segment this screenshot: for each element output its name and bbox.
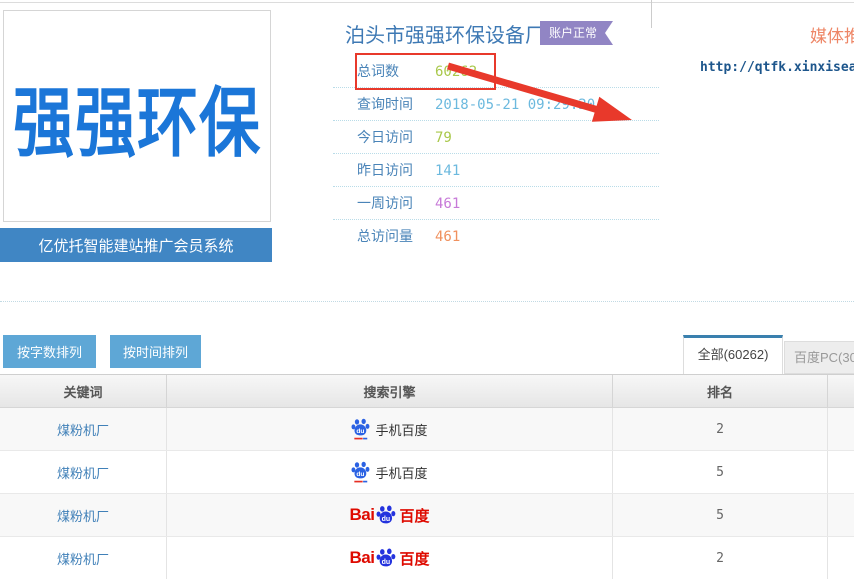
table-row: 煤粉机厂 du 手机百度 [0, 408, 854, 451]
keyword-link[interactable]: 煤粉机厂 [57, 506, 109, 525]
top-divider [0, 2, 854, 3]
media-section-heading: 媒体推 [810, 22, 854, 47]
svg-text:du: du [382, 516, 391, 523]
engine-label: 手机百度 [375, 420, 427, 439]
sort-by-time-button[interactable]: 按时间排列 [110, 335, 201, 368]
table-row: 煤粉机厂 du 手机百度 [0, 451, 854, 494]
table-header-row: 关键词 搜索引擎 排名 [0, 374, 854, 408]
table-header-extra [828, 375, 854, 407]
baidu-paw-icon: du [376, 504, 397, 526]
engine-mobile-baidu: du 手机百度 [351, 460, 427, 484]
table-row: 煤粉机厂 du Bai [0, 494, 854, 537]
member-system-banner: 亿优托智能建站推广会员系统 [0, 228, 272, 262]
table-header-keyword: 关键词 [0, 375, 167, 407]
site-logo: 强强环保 [3, 10, 271, 222]
tab-all[interactable]: 全部(60262) [683, 335, 783, 374]
baidu-logo-suffix: 百度 [399, 505, 429, 526]
keyword-rank-table: 关键词 搜索引擎 排名 煤粉机厂 du [0, 374, 854, 579]
keyword-link[interactable]: 煤粉机厂 [57, 420, 109, 439]
stat-label: 一周访问 [357, 187, 435, 220]
baidu-paw-app-icon: du [351, 417, 371, 441]
member-system-banner-label: 亿优托智能建站推广会员系统 [38, 235, 233, 256]
stat-label: 查询时间 [357, 88, 435, 121]
annotation-arrow-icon [440, 58, 640, 126]
tab-baidu-pc[interactable]: 百度PC(30 [784, 341, 854, 374]
svg-text:du: du [357, 428, 365, 435]
table-header-engine: 搜索引擎 [167, 375, 613, 407]
rank-value: 2 [716, 551, 724, 566]
svg-text:du: du [382, 559, 391, 566]
rank-value: 5 [716, 465, 724, 480]
keyword-link[interactable]: 煤粉机厂 [57, 549, 109, 568]
stat-value: 141 [435, 163, 460, 179]
stat-value: 461 [435, 196, 460, 212]
site-logo-text: 强强环保 [13, 60, 261, 171]
sort-by-words-button[interactable]: 按字数排列 [3, 335, 96, 368]
rank-value: 5 [716, 508, 724, 523]
site-url-link[interactable]: http://qtfk.xinxisea. [700, 60, 854, 75]
baidu-paw-icon: du [376, 547, 397, 569]
account-status-badge: 账户正常 [540, 21, 613, 45]
engine-label: 手机百度 [375, 463, 427, 482]
stat-label: 今日访问 [357, 121, 435, 154]
keyword-link[interactable]: 煤粉机厂 [57, 463, 109, 482]
engine-mobile-baidu: du 手机百度 [351, 417, 427, 441]
baidu-logo-prefix: Bai [350, 505, 375, 525]
baidu-paw-app-icon: du [351, 460, 371, 484]
baidu-logo-suffix: 百度 [399, 548, 429, 569]
header-divider-fragment [651, 0, 652, 28]
section-divider [0, 301, 854, 302]
stat-value: 79 [435, 130, 452, 146]
engine-baidu-pc: Bai du 百度 [350, 547, 430, 569]
stat-label: 昨日访问 [357, 154, 435, 187]
svg-text:du: du [357, 471, 365, 478]
stat-row: 一周访问461 [333, 187, 659, 220]
stat-row: 总访问量461 [333, 220, 659, 253]
engine-baidu-pc: Bai du 百度 [350, 504, 430, 526]
table-row: 煤粉机厂 du Bai [0, 537, 854, 579]
keyword-rank-dashboard: 强强环保 亿优托智能建站推广会员系统 泊头市强强环保设备厂 账户正常 总词数60… [0, 0, 854, 579]
stat-value: 461 [435, 229, 460, 245]
rank-value: 2 [716, 422, 724, 437]
table-body: 煤粉机厂 du 手机百度 [0, 408, 854, 579]
stat-row: 昨日访问141 [333, 154, 659, 187]
baidu-logo-prefix: Bai [350, 548, 375, 568]
page-title: 泊头市强强环保设备厂 [345, 19, 545, 48]
table-header-rank: 排名 [613, 375, 828, 407]
stat-label: 总访问量 [357, 220, 435, 253]
